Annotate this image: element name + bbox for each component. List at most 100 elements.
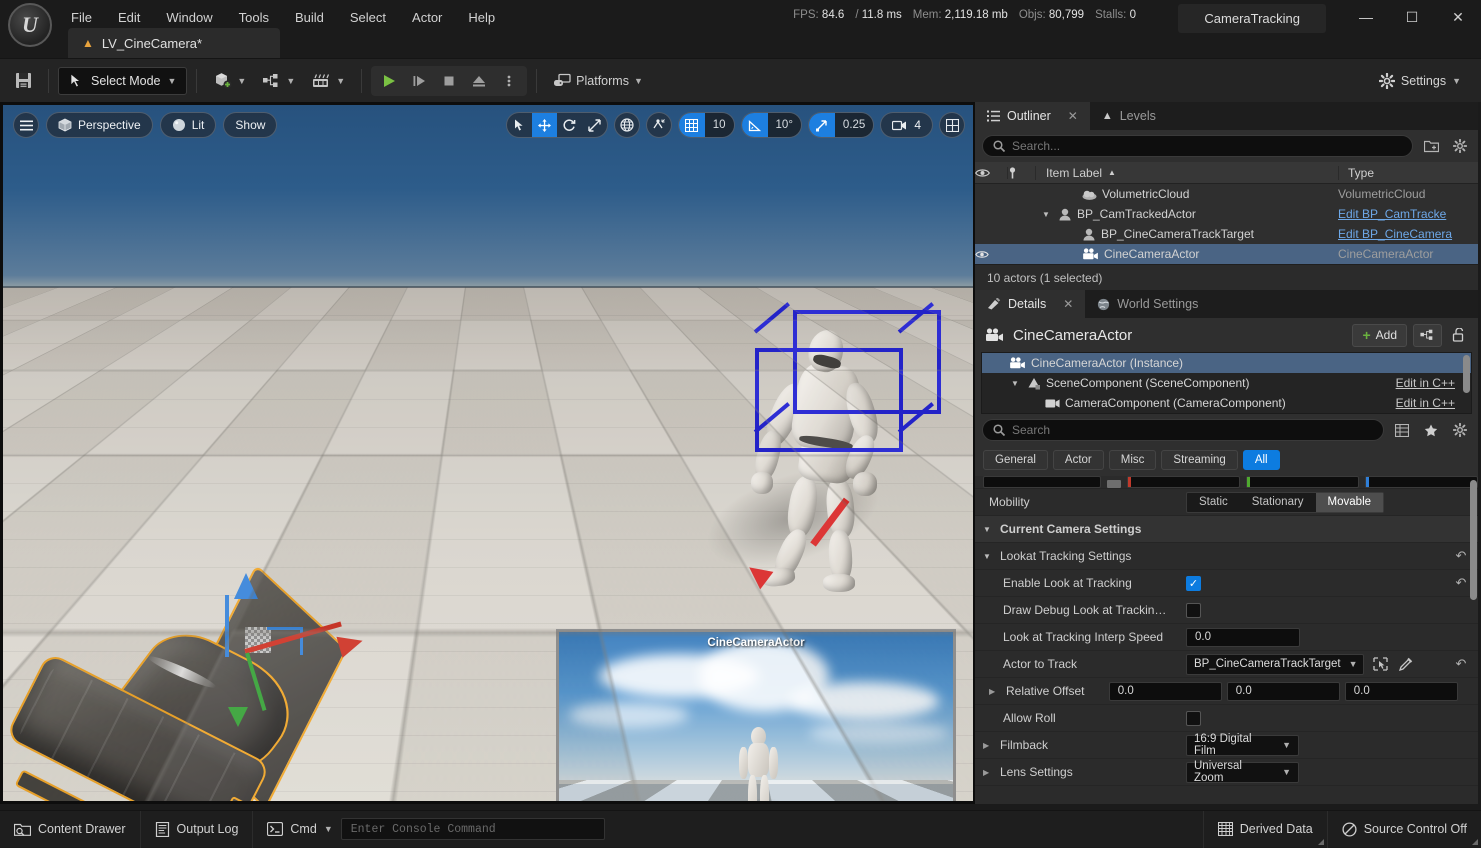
gizmo-axis-y-head[interactable] (228, 707, 248, 727)
grid-snap-toggle[interactable] (678, 113, 705, 137)
scale-x-field-clipped[interactable] (1127, 476, 1240, 488)
row-visibility-toggle[interactable] (975, 250, 1007, 259)
rotate-tool-button[interactable] (557, 113, 582, 137)
scale-z-field-clipped[interactable] (1365, 476, 1478, 488)
chevron-down-icon[interactable]: ▼ (983, 552, 994, 561)
enable-look-at-tracking-checkbox[interactable]: ✓ (1186, 575, 1201, 591)
mobility-option-movable[interactable]: Movable (1315, 492, 1384, 512)
outliner-search-input[interactable]: Search... (982, 135, 1413, 157)
close-button[interactable]: ✕ (1435, 2, 1481, 32)
viewport-layout-button[interactable] (939, 112, 965, 138)
surface-snapping-button[interactable] (645, 112, 672, 138)
edit-in-cpp-link[interactable]: Edit in C++ (1396, 376, 1455, 390)
platforms-button[interactable]: Platforms ▼ (546, 66, 650, 96)
pin-column-header[interactable] (1007, 166, 1035, 179)
world-coordinate-button[interactable] (613, 112, 640, 138)
blueprint-edit-button[interactable] (1413, 323, 1442, 347)
outliner-row-edit-link[interactable]: Edit BP_CineCamera (1338, 227, 1478, 241)
eject-button[interactable] (465, 68, 493, 94)
camera-preview-panel[interactable]: CineCameraActor ▤ FilmbackPreset: 16:9 D… (556, 629, 956, 801)
maximize-button[interactable]: ☐ (1389, 2, 1435, 32)
filter-tab-streaming[interactable]: Streaming (1161, 450, 1238, 470)
add-actor-button[interactable]: ▼ (206, 66, 253, 96)
console-command-input[interactable]: Enter Console Command (340, 818, 605, 840)
play-options-button[interactable] (495, 68, 523, 94)
menu-edit[interactable]: Edit (105, 5, 153, 30)
filmback-combo[interactable]: 16:9 Digital Film ▼ (1186, 733, 1299, 757)
property-row-mobility[interactable]: Mobility Static Stationary Movable (975, 489, 1478, 516)
chevron-down-icon[interactable]: ▼ (983, 525, 994, 534)
mobility-segmented-control[interactable]: Static Stationary Movable (1186, 491, 1385, 513)
menu-select[interactable]: Select (337, 5, 399, 30)
skip-frame-button[interactable] (405, 68, 433, 94)
select-mode-button[interactable]: Select Mode ▼ (58, 66, 188, 95)
chevron-right-icon[interactable]: ▶ (983, 768, 994, 777)
scale-row-clipped[interactable] (975, 476, 1478, 489)
scale-tool-button[interactable] (582, 113, 607, 137)
camera-speed-group[interactable]: 4 (880, 112, 933, 138)
tab-outliner[interactable]: Outliner ✕ (975, 102, 1090, 130)
interp-speed-field[interactable]: 0.0 (1186, 627, 1300, 647)
chevron-right-icon[interactable]: ▶ (989, 687, 1000, 696)
visibility-column-header[interactable] (975, 168, 1007, 178)
allow-roll-checkbox[interactable] (1186, 710, 1201, 726)
angle-snap-value[interactable]: 10° (767, 113, 801, 137)
component-tree-row[interactable]: CineCameraActor (Instance) (982, 353, 1471, 373)
details-settings-button[interactable] (1449, 419, 1471, 441)
category-current-camera-settings[interactable]: ▼ Current Camera Settings (975, 516, 1478, 543)
content-drawer-button[interactable]: Content Drawer (0, 810, 141, 848)
edit-in-cpp-link[interactable]: Edit in C++ (1396, 396, 1455, 410)
tab-levels[interactable]: ▲ Levels (1089, 102, 1168, 130)
component-tree[interactable]: CineCameraActor (Instance) ▼ SceneComponen… (981, 352, 1472, 414)
translate-tool-button[interactable] (531, 113, 557, 137)
property-row-actor-to-track[interactable]: Actor to Track BP_CineCameraTrackTarget … (975, 651, 1478, 678)
group-lookat-tracking-settings[interactable]: ▼ Lookat Tracking Settings ↶ (975, 543, 1478, 570)
favorites-button[interactable] (1420, 419, 1442, 441)
lens-settings-combo[interactable]: Universal Zoom ▼ (1186, 760, 1299, 784)
menu-tools[interactable]: Tools (226, 5, 282, 30)
chevron-down-icon[interactable]: ▼ (1042, 210, 1053, 219)
scale-y-field-clipped[interactable] (1246, 476, 1359, 488)
gizmo-axis-z[interactable] (225, 595, 229, 657)
outliner-row[interactable]: BP_CineCameraTrackTarget Edit BP_CineCame… (975, 224, 1478, 244)
menu-build[interactable]: Build (282, 5, 337, 30)
level-viewport[interactable]: Z X Y CineCameraActor (0, 102, 975, 804)
column-layout-button[interactable] (1391, 419, 1413, 441)
viewport-lighting-button[interactable]: Lit (159, 112, 217, 138)
outliner-row[interactable]: ▼ BP_CamTrackedActor Edit BP_CamTracke (975, 204, 1478, 224)
source-control-button[interactable]: Source Control Off (1328, 811, 1481, 848)
component-tree-row[interactable]: CameraComponent (CameraComponent) Edit in… (982, 393, 1471, 413)
mobility-option-static[interactable]: Static (1187, 493, 1240, 512)
menu-actor[interactable]: Actor (399, 5, 455, 30)
menu-file[interactable]: File (58, 5, 105, 30)
property-row-allow-roll[interactable]: Allow Roll (975, 705, 1478, 732)
chevron-down-icon[interactable]: ▼ (1011, 379, 1022, 388)
mobility-option-stationary[interactable]: Stationary (1240, 493, 1316, 512)
tab-details[interactable]: Details ✕ (975, 290, 1086, 318)
filter-tab-general[interactable]: General (983, 450, 1048, 470)
scale-snap-value[interactable]: 0.25 (834, 113, 874, 137)
settings-button[interactable]: Settings ▼ (1371, 68, 1469, 94)
new-folder-button[interactable] (1420, 135, 1442, 157)
details-search-input[interactable]: Search (982, 419, 1384, 441)
minimize-button[interactable]: — (1343, 2, 1389, 32)
outliner-settings-button[interactable] (1449, 135, 1471, 157)
chevron-right-icon[interactable]: ▶ (983, 741, 994, 750)
filter-tab-misc[interactable]: Misc (1108, 450, 1157, 470)
derived-data-button[interactable]: Derived Data (1202, 810, 1328, 848)
scale-lock-icon[interactable] (1107, 480, 1121, 488)
gizmo-axis-y[interactable] (245, 652, 267, 711)
cinematics-button[interactable]: ▼ (304, 66, 352, 96)
outliner-row-edit-link[interactable]: Edit BP_CamTracke (1338, 207, 1478, 221)
menu-window[interactable]: Window (153, 5, 225, 30)
draw-debug-checkbox[interactable] (1186, 602, 1201, 618)
close-icon[interactable]: ✕ (1063, 297, 1073, 311)
component-tree-scrollbar[interactable] (1463, 355, 1470, 393)
viewport-show-button[interactable]: Show (223, 112, 278, 138)
outliner-row[interactable]: CineCameraActor CineCameraActor (975, 244, 1478, 264)
viewport-menu-button[interactable] (13, 112, 39, 138)
play-button[interactable] (375, 68, 403, 94)
angle-snap-toggle[interactable] (741, 113, 768, 137)
select-tool-button[interactable] (507, 113, 532, 137)
property-list-scrollbar[interactable] (1470, 480, 1477, 600)
